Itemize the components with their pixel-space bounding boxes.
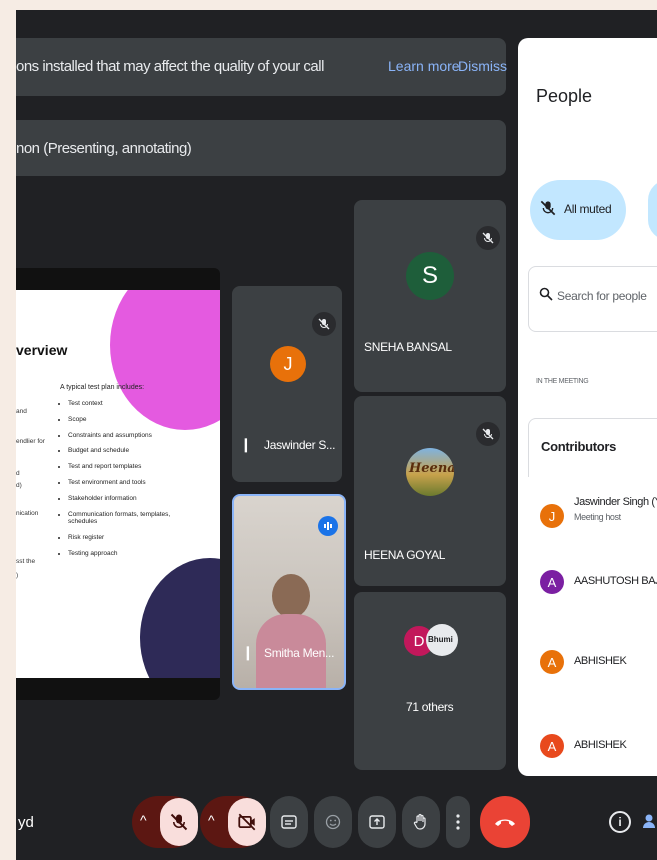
- learn-more-link[interactable]: Learn more: [388, 58, 460, 74]
- avatar: J: [270, 346, 306, 382]
- slide-bullet: Stakeholder information: [68, 495, 188, 503]
- person-name: AASHUTOSH BAJA: [574, 575, 657, 587]
- present-screen-button[interactable]: [358, 796, 396, 848]
- search-icon: [539, 287, 553, 306]
- contributors-header[interactable]: Contributors: [528, 418, 657, 477]
- avatar-text: Bhumi: [428, 635, 453, 644]
- section-label: IN THE MEETING: [536, 378, 589, 385]
- participant-tile-jaswinder[interactable]: J ❙ Jaswinder S...: [232, 286, 342, 482]
- slide-text-fragment: ): [16, 572, 19, 579]
- reactions-button[interactable]: [314, 796, 352, 848]
- all-muted-label: All muted: [564, 202, 612, 216]
- slide-text-fragment: d): [16, 482, 22, 489]
- slide-text-fragment: sst the: [16, 558, 36, 565]
- banner-message: ons installed that may affect the qualit…: [16, 58, 324, 75]
- others-count-label: 71 others: [406, 700, 454, 714]
- slide-bullet: Test environment and tools: [68, 479, 188, 487]
- participant-name: HEENA GOYAL: [364, 548, 446, 562]
- more-vert-icon: [456, 814, 460, 830]
- person-head-figure: [272, 574, 310, 618]
- slide-text-fragment: nication: [16, 510, 39, 517]
- person-role: Meeting host: [574, 512, 621, 522]
- slide-bullet: Testing approach: [68, 550, 188, 558]
- slide-bullet: Risk register: [68, 534, 188, 542]
- presentation-tile[interactable]: verview A typical test plan includes: Te…: [16, 268, 220, 700]
- presenting-bar: non (Presenting, annotating): [16, 120, 506, 176]
- participant-tile-sneha[interactable]: S SNEHA BANSAL: [354, 200, 506, 392]
- leave-call-button[interactable]: [480, 796, 530, 848]
- slide-text-fragment: and: [16, 408, 27, 415]
- others-tile[interactable]: D Bhumi 71 others: [354, 592, 506, 770]
- meeting-screen: ons installed that may affect the qualit…: [16, 10, 657, 860]
- meeting-details-button[interactable]: i: [604, 796, 636, 848]
- participant-name: SNEHA BANSAL: [364, 340, 452, 354]
- slide-text-fragment: d: [16, 470, 20, 477]
- speaking-indicator-icon: [318, 516, 338, 536]
- person-name: ABHISHEK: [574, 739, 627, 751]
- avatar: J: [540, 504, 564, 528]
- extensions-warning-banner: ons installed that may affect the qualit…: [16, 38, 507, 96]
- mic-off-icon: [476, 422, 500, 446]
- slide-bullet: Communication formats, templates, schedu…: [68, 511, 188, 527]
- participant-tile-smitha[interactable]: ❙ Smitha Men...: [232, 494, 346, 690]
- search-people-box[interactable]: Search for people: [528, 266, 657, 332]
- avatar: A: [540, 650, 564, 674]
- mic-options-chevron[interactable]: ^: [140, 812, 147, 828]
- mic-off-icon: [170, 813, 188, 831]
- camera-options-chevron[interactable]: ^: [208, 812, 215, 828]
- slide-decoration: [140, 558, 220, 678]
- person-name: ABHISHEK: [574, 655, 627, 667]
- raise-hand-button[interactable]: [402, 796, 440, 848]
- slide-intro: A typical test plan includes:: [60, 384, 145, 391]
- presentation-slide: verview A typical test plan includes: Te…: [16, 290, 220, 678]
- mic-off-icon: [312, 312, 336, 336]
- camera-toggle-button[interactable]: [228, 798, 266, 846]
- slide-bullet: Constraints and assumptions: [68, 432, 188, 440]
- present-icon: [369, 815, 385, 829]
- more-options-button[interactable]: [446, 796, 470, 848]
- info-icon: i: [609, 811, 631, 833]
- slide-bullet: Scope: [68, 416, 188, 424]
- slide-bullet: Test and report templates: [68, 463, 188, 471]
- avatar-text: Heena: [409, 461, 454, 476]
- slide-text-fragment: endlier for: [16, 438, 45, 445]
- avatar: Bhumi: [426, 624, 458, 656]
- camera-control-group: ^: [200, 796, 266, 848]
- hang-up-icon: [495, 819, 515, 826]
- participant-name: Smitha Men...: [264, 646, 335, 660]
- person-name: Jaswinder Singh (Y: [574, 496, 657, 508]
- slide-bullets: Test context Scope Constraints and assum…: [56, 400, 188, 566]
- search-input[interactable]: Search for people: [557, 289, 647, 303]
- contributors-label: Contributors: [541, 439, 617, 454]
- avatar: A: [540, 734, 564, 758]
- avatar: Heena: [406, 448, 454, 496]
- slide-title: verview: [16, 342, 68, 358]
- people-icon: [642, 814, 655, 828]
- captions-icon: [281, 815, 297, 829]
- captions-button[interactable]: [270, 796, 308, 848]
- avatar: A: [540, 570, 564, 594]
- slide-bullet: Test context: [68, 400, 188, 408]
- pin-icon: ❙: [240, 436, 252, 452]
- hand-icon: [413, 813, 426, 830]
- people-button[interactable]: [640, 796, 657, 848]
- participant-name: Jaswinder S...: [264, 438, 336, 452]
- meeting-code: yd: [18, 814, 34, 831]
- people-panel: People All muted Search for people IN TH…: [518, 38, 657, 776]
- camera-off-icon: [238, 813, 256, 831]
- mic-off-icon: [540, 200, 556, 221]
- panel-title: People: [536, 86, 593, 106]
- avatar: S: [406, 252, 454, 300]
- participant-tile-heena[interactable]: Heena HEENA GOYAL: [354, 396, 506, 586]
- mic-off-icon: [476, 226, 500, 250]
- presenter-label: non (Presenting, annotating): [16, 140, 192, 157]
- add-people-chip[interactable]: [648, 180, 657, 240]
- emoji-icon: [325, 814, 341, 830]
- slide-bullet: Budget and schedule: [68, 447, 188, 455]
- mic-toggle-button[interactable]: [160, 798, 198, 846]
- dismiss-link[interactable]: Dismiss: [458, 58, 507, 74]
- pin-icon: ❙: [242, 644, 254, 660]
- mic-control-group: ^: [132, 796, 198, 848]
- all-muted-chip[interactable]: All muted: [530, 180, 626, 240]
